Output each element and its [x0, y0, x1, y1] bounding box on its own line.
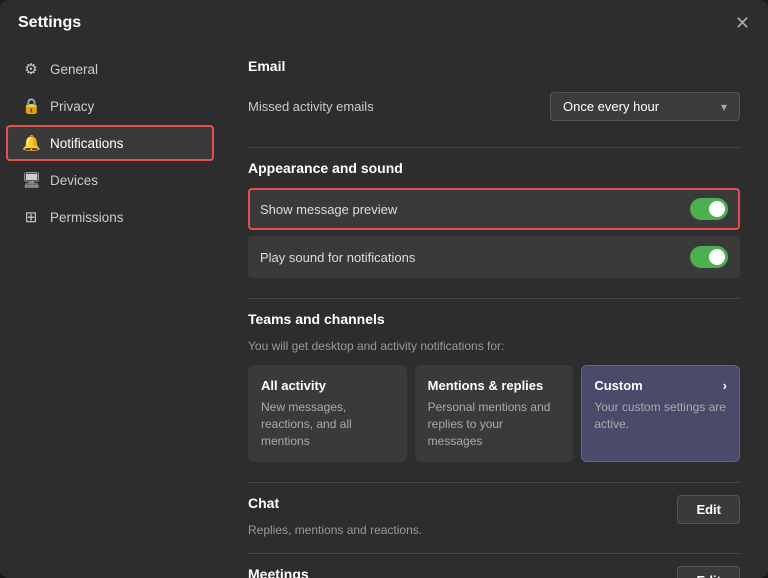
sidebar-item-label: Privacy	[50, 99, 94, 114]
divider-4	[248, 553, 740, 554]
team-card-desc: Personal mentions and replies to your me…	[428, 399, 561, 449]
meetings-section: Meetings Reminders, work timings and cal…	[248, 566, 740, 578]
gear-icon: ⚙	[22, 60, 40, 78]
sidebar-item-devices[interactable]: 🖥 Devices	[6, 162, 214, 198]
chat-section-desc: Replies, mentions and reactions.	[248, 523, 422, 537]
sidebar-item-privacy[interactable]: 🔒 Privacy	[6, 88, 214, 124]
chat-section-title: Chat	[248, 495, 422, 511]
divider-3	[248, 482, 740, 483]
play-sound-label: Play sound for notifications	[260, 250, 415, 265]
team-card-title: Custom ›	[594, 378, 727, 393]
chevron-right-icon: ›	[723, 378, 727, 393]
show-message-preview-row: Show message preview	[248, 188, 740, 230]
chat-section-row: Chat Replies, mentions and reactions. Ed…	[248, 495, 740, 537]
show-message-preview-label: Show message preview	[260, 202, 397, 217]
teams-section-title: Teams and channels	[248, 311, 740, 327]
main-content: Email Missed activity emails Once every …	[220, 42, 768, 578]
missed-activity-dropdown[interactable]: Once every hour ▾	[550, 92, 740, 121]
sidebar: ⚙ General 🔒 Privacy 🔔 Notifications 🖥 De…	[0, 42, 220, 578]
missed-activity-row: Missed activity emails Once every hour ▾	[248, 86, 740, 127]
team-card-all-activity[interactable]: All activity New messages, reactions, an…	[248, 365, 407, 462]
appearance-section: Appearance and sound Show message previe…	[248, 160, 740, 278]
dropdown-value: Once every hour	[563, 99, 659, 114]
play-sound-row: Play sound for notifications	[248, 236, 740, 278]
chevron-down-icon: ▾	[721, 100, 727, 114]
divider-1	[248, 147, 740, 148]
sidebar-item-permissions[interactable]: ⊞ Permissions	[6, 199, 214, 235]
teams-section: Teams and channels You will get desktop …	[248, 311, 740, 462]
team-card-desc: New messages, reactions, and all mention…	[261, 399, 394, 449]
sidebar-item-label: Notifications	[50, 136, 124, 151]
meetings-section-row: Meetings Reminders, work timings and cal…	[248, 566, 740, 578]
sidebar-item-label: Permissions	[50, 210, 124, 225]
meetings-section-info: Meetings Reminders, work timings and cal…	[248, 566, 500, 578]
teams-desc: You will get desktop and activity notifi…	[248, 339, 740, 353]
sidebar-item-label: General	[50, 62, 98, 77]
divider-2	[248, 298, 740, 299]
team-card-desc: Your custom settings are active.	[594, 399, 727, 433]
team-card-mentions-replies[interactable]: Mentions & replies Personal mentions and…	[415, 365, 574, 462]
missed-activity-label: Missed activity emails	[248, 99, 374, 114]
meetings-edit-button[interactable]: Edit	[677, 566, 740, 578]
chat-edit-button[interactable]: Edit	[677, 495, 740, 524]
sidebar-item-label: Devices	[50, 173, 98, 188]
close-button[interactable]: ✕	[735, 14, 750, 32]
bell-icon: 🔔	[22, 134, 40, 152]
chat-section-info: Chat Replies, mentions and reactions.	[248, 495, 422, 537]
settings-window: Settings ✕ ⚙ General 🔒 Privacy 🔔 Notific…	[0, 0, 768, 578]
team-card-custom[interactable]: Custom › Your custom settings are active…	[581, 365, 740, 462]
sidebar-item-notifications[interactable]: 🔔 Notifications	[6, 125, 214, 161]
email-section: Email Missed activity emails Once every …	[248, 58, 740, 127]
chat-section: Chat Replies, mentions and reactions. Ed…	[248, 495, 740, 537]
team-card-title: Mentions & replies	[428, 378, 561, 393]
team-card-title: All activity	[261, 378, 394, 393]
email-section-title: Email	[248, 58, 740, 74]
play-sound-toggle[interactable]	[690, 246, 728, 268]
monitor-icon: 🖥	[22, 171, 40, 189]
teams-cards: All activity New messages, reactions, an…	[248, 365, 740, 462]
window-title: Settings	[18, 14, 81, 32]
appearance-section-title: Appearance and sound	[248, 160, 740, 176]
sidebar-item-general[interactable]: ⚙ General	[6, 51, 214, 87]
title-bar: Settings ✕	[0, 0, 768, 42]
show-message-preview-toggle[interactable]	[690, 198, 728, 220]
meetings-section-title: Meetings	[248, 566, 500, 578]
content-area: ⚙ General 🔒 Privacy 🔔 Notifications 🖥 De…	[0, 42, 768, 578]
lock-icon: 🔒	[22, 97, 40, 115]
grid-icon: ⊞	[22, 208, 40, 226]
